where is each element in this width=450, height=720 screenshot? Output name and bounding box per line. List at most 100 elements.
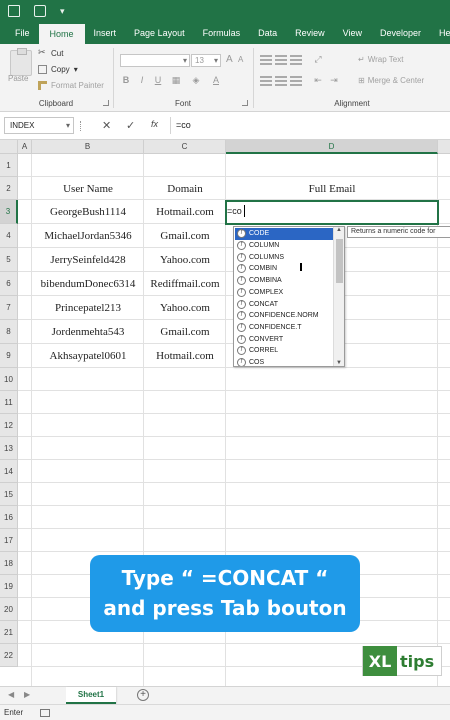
cell-domain[interactable]: Yahoo.com xyxy=(144,248,226,272)
align-center-icon[interactable] xyxy=(275,76,287,86)
row-header[interactable]: 11 xyxy=(0,391,18,414)
autocomplete-item[interactable]: f CONFIDENCE.NORM xyxy=(235,310,333,322)
row-header[interactable]: 18 xyxy=(0,552,18,575)
underline-button[interactable]: U xyxy=(152,74,164,86)
format-painter-button[interactable]: Format Painter xyxy=(38,81,104,90)
row-header[interactable]: 10 xyxy=(0,368,18,391)
row-header[interactable]: 15 xyxy=(0,483,18,506)
shrink-font-icon[interactable]: A xyxy=(238,55,243,64)
font-name-select[interactable]: ▾ xyxy=(120,54,190,67)
row-header[interactable]: 19 xyxy=(0,575,18,598)
next-sheet-icon[interactable]: ▶ xyxy=(24,690,30,699)
autosave-icon[interactable] xyxy=(34,5,46,17)
row-header[interactable]: 21 xyxy=(0,621,18,644)
align-right-icon[interactable] xyxy=(290,76,302,86)
cell-domain[interactable]: Rediffmail.com xyxy=(144,272,226,296)
column-header-c[interactable]: C xyxy=(144,140,226,154)
tab-data[interactable]: Data xyxy=(249,22,286,44)
save-icon[interactable] xyxy=(8,5,20,17)
row-header[interactable]: 17 xyxy=(0,529,18,552)
formula-input[interactable]: =co xyxy=(170,117,446,134)
autocomplete-item[interactable]: f CONVERT xyxy=(235,333,333,345)
tab-formulas[interactable]: Formulas xyxy=(194,22,250,44)
autocomplete-item[interactable]: f COMPLEX xyxy=(235,287,333,299)
row-header[interactable]: 14 xyxy=(0,460,18,483)
autocomplete-item[interactable]: f COMBINA xyxy=(235,275,333,287)
scroll-thumb[interactable] xyxy=(336,239,343,283)
cell-user-name[interactable]: MichaelJordan5346 xyxy=(32,224,144,248)
tab-help[interactable]: Help xyxy=(430,22,450,44)
row-header[interactable]: 3 xyxy=(0,200,18,224)
paste-button[interactable]: Paste xyxy=(8,74,28,83)
copy-dropdown-icon[interactable]: ▾ xyxy=(74,65,78,74)
autocomplete-item[interactable]: f COS xyxy=(235,357,333,366)
select-all-corner[interactable] xyxy=(0,140,18,154)
column-header-e[interactable] xyxy=(438,140,450,154)
worksheet-grid[interactable]: A B C D 1 2 3 4 5 6 7 8 9 10 11 12 13 14 15 16 17 18 19 20 2… xyxy=(0,140,450,686)
row-header[interactable]: 12 xyxy=(0,414,18,437)
header-user-name[interactable]: User Name xyxy=(32,177,144,200)
name-box[interactable]: INDEX ▾ xyxy=(4,117,74,134)
tab-view[interactable]: View xyxy=(334,22,371,44)
row-header[interactable]: 4 xyxy=(0,224,18,248)
autocomplete-item[interactable]: f CONCAT xyxy=(235,298,333,310)
font-launcher-icon[interactable] xyxy=(242,100,248,106)
tab-developer[interactable]: Developer xyxy=(371,22,430,44)
function-autocomplete-list[interactable]: f CODE f COLUMN f COLUMNS f COMBIN f COMBINA f COMP… xyxy=(233,226,345,367)
orientation-icon[interactable]: ⤢ xyxy=(312,53,324,65)
header-full-email[interactable]: Full Email xyxy=(226,177,438,200)
cell-user-name[interactable]: bibendumDonec6314 xyxy=(32,272,144,296)
cancel-icon[interactable]: ✕ xyxy=(102,119,111,132)
row-header[interactable]: 13 xyxy=(0,437,18,460)
row-header[interactable]: 2 xyxy=(0,177,18,200)
row-header[interactable]: 6 xyxy=(0,272,18,296)
insert-function-icon[interactable]: fx xyxy=(151,119,158,129)
tab-page-layout[interactable]: Page Layout xyxy=(125,22,194,44)
column-header-a[interactable]: A xyxy=(18,140,32,154)
tab-file[interactable]: File xyxy=(6,22,39,44)
fill-color-icon[interactable]: ◈ xyxy=(190,74,202,86)
tab-insert[interactable]: Insert xyxy=(85,22,126,44)
align-left-icon[interactable] xyxy=(260,76,272,86)
prev-sheet-icon[interactable]: ◀ xyxy=(8,690,14,699)
tab-review[interactable]: Review xyxy=(286,22,334,44)
column-header-d[interactable]: D xyxy=(226,140,438,154)
row-header[interactable]: 22 xyxy=(0,644,18,667)
row-header[interactable]: 7 xyxy=(0,296,18,320)
cell-domain[interactable]: Gmail.com xyxy=(144,320,226,344)
macro-record-icon[interactable] xyxy=(40,709,50,717)
clipboard-launcher-icon[interactable] xyxy=(103,100,109,106)
align-bottom-icon[interactable] xyxy=(290,55,302,65)
sheet-tab-sheet1[interactable]: Sheet1 xyxy=(66,687,116,704)
row-header[interactable]: 1 xyxy=(0,154,18,177)
cell-user-name[interactable]: Jordenmehta543 xyxy=(32,320,144,344)
row-header[interactable]: 16 xyxy=(0,506,18,529)
autocomplete-item[interactable]: f COMBIN xyxy=(235,263,333,275)
enter-check-icon[interactable]: ✓ xyxy=(126,119,135,132)
autocomplete-item[interactable]: f CORREL xyxy=(235,345,333,357)
wrap-text-button[interactable]: ↵ Wrap Text xyxy=(358,55,403,64)
copy-button[interactable]: Copy ▾ xyxy=(38,65,78,74)
font-color-icon[interactable]: A xyxy=(210,74,222,86)
column-header-b[interactable]: B xyxy=(32,140,144,154)
cell-user-name[interactable]: Akhsaypatel0601 xyxy=(32,344,144,368)
row-header[interactable]: 20 xyxy=(0,598,18,621)
align-top-icon[interactable] xyxy=(260,55,272,65)
align-middle-icon[interactable] xyxy=(275,55,287,65)
row-header[interactable]: 8 xyxy=(0,320,18,344)
cell-domain[interactable]: Gmail.com xyxy=(144,224,226,248)
customize-qat-icon[interactable]: ▾ xyxy=(60,5,72,17)
cell-user-name[interactable]: GeorgeBush1114 xyxy=(32,200,144,224)
decrease-indent-icon[interactable]: ⇤ xyxy=(312,74,324,86)
formula-bar-splitter[interactable] xyxy=(80,121,83,131)
autocomplete-item[interactable]: f COLUMNS xyxy=(235,251,333,263)
grow-font-icon[interactable]: A xyxy=(226,54,233,65)
cut-button[interactable]: Cut xyxy=(38,47,63,58)
borders-icon[interactable]: ▦ xyxy=(170,74,182,86)
bold-button[interactable]: B xyxy=(120,74,132,86)
autocomplete-item[interactable]: f CODE xyxy=(235,228,333,240)
row-header[interactable]: 5 xyxy=(0,248,18,272)
cell-user-name[interactable]: JerrySeinfeld428 xyxy=(32,248,144,272)
cell-user-name[interactable]: Princepatel213 xyxy=(32,296,144,320)
active-cell-d3[interactable]: =co xyxy=(225,200,439,225)
